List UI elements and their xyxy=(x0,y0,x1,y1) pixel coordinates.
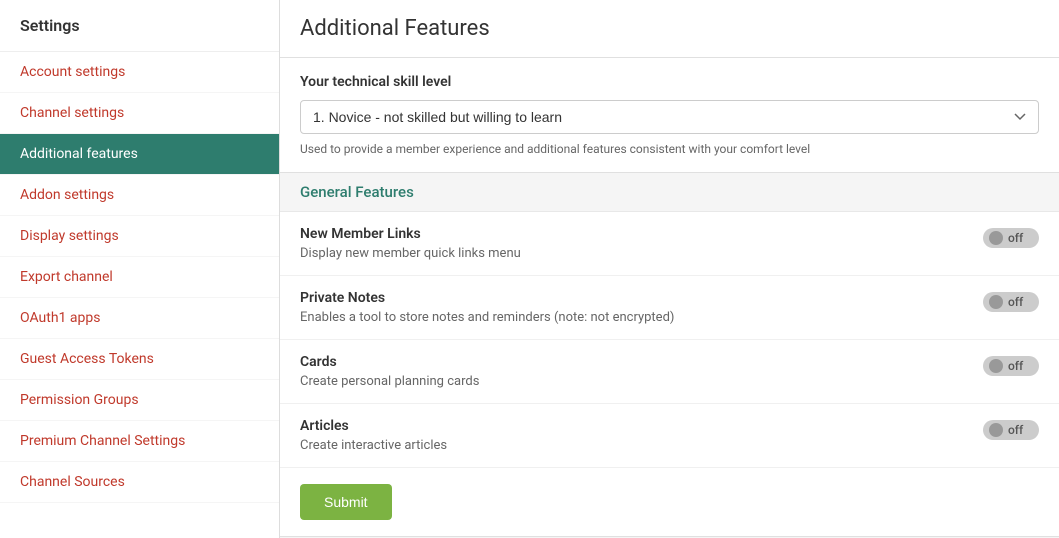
sidebar-item-premium-channel-settings[interactable]: Premium Channel Settings xyxy=(0,421,279,462)
feature-name-private-notes: Private Notes xyxy=(300,290,963,306)
sidebar-item-addon-settings[interactable]: Addon settings xyxy=(0,175,279,216)
feature-row-private-notes: Private Notes Enables a tool to store no… xyxy=(280,276,1059,340)
sidebar-item-channel-settings[interactable]: Channel settings xyxy=(0,93,279,134)
toggle-circle-icon xyxy=(989,359,1003,373)
sidebar-item-account-settings[interactable]: Account settings xyxy=(0,52,279,93)
general-features-header: General Features xyxy=(280,173,1059,212)
page-title: Additional Features xyxy=(280,0,1059,58)
sidebar-item-export-channel[interactable]: Export channel xyxy=(0,257,279,298)
sidebar-item-display-settings[interactable]: Display settings xyxy=(0,216,279,257)
sidebar-item-oauth1-apps[interactable]: OAuth1 apps xyxy=(0,298,279,339)
sidebar-title: Settings xyxy=(0,0,279,52)
feature-info-private-notes: Private Notes Enables a tool to store no… xyxy=(300,290,963,325)
feature-name-new-member-links: New Member Links xyxy=(300,226,963,242)
toggle-private-notes[interactable]: off xyxy=(983,292,1039,312)
feature-row-cards: Cards Create personal planning cards off xyxy=(280,340,1059,404)
feature-desc-new-member-links: Display new member quick links menu xyxy=(300,246,963,261)
feature-info-articles: Articles Create interactive articles xyxy=(300,418,963,453)
toggle-cards[interactable]: off xyxy=(983,356,1039,376)
skill-level-hint: Used to provide a member experience and … xyxy=(300,142,1039,156)
toggle-label-private-notes: off xyxy=(1008,295,1023,309)
feature-row-articles: Articles Create interactive articles off xyxy=(280,404,1059,468)
submit-area: Submit xyxy=(280,468,1059,537)
toggle-circle-icon xyxy=(989,231,1003,245)
features-list: New Member Links Display new member quic… xyxy=(280,212,1059,468)
toggle-new-member-links[interactable]: off xyxy=(983,228,1039,248)
feature-row-new-member-links: New Member Links Display new member quic… xyxy=(280,212,1059,276)
sidebar-item-guest-access-tokens[interactable]: Guest Access Tokens xyxy=(0,339,279,380)
skill-level-section: Your technical skill level 1. Novice - n… xyxy=(280,58,1059,173)
feature-desc-cards: Create personal planning cards xyxy=(300,374,963,389)
toggle-label-new-member-links: off xyxy=(1008,231,1023,245)
toggle-circle-icon xyxy=(989,295,1003,309)
sidebar: Settings Account settings Channel settin… xyxy=(0,0,280,538)
skill-level-select[interactable]: 1. Novice - not skilled but willing to l… xyxy=(300,100,1039,134)
sidebar-item-additional-features[interactable]: Additional features xyxy=(0,134,279,175)
feature-desc-articles: Create interactive articles xyxy=(300,438,963,453)
feature-desc-private-notes: Enables a tool to store notes and remind… xyxy=(300,310,963,325)
toggle-label-cards: off xyxy=(1008,359,1023,373)
toggle-label-articles: off xyxy=(1008,423,1023,437)
feature-name-articles: Articles xyxy=(300,418,963,434)
sidebar-item-permission-groups[interactable]: Permission Groups xyxy=(0,380,279,421)
feature-info-new-member-links: New Member Links Display new member quic… xyxy=(300,226,963,261)
toggle-articles[interactable]: off xyxy=(983,420,1039,440)
feature-info-cards: Cards Create personal planning cards xyxy=(300,354,963,389)
submit-button[interactable]: Submit xyxy=(300,484,392,520)
skill-level-label: Your technical skill level xyxy=(300,74,1039,90)
feature-name-cards: Cards xyxy=(300,354,963,370)
sidebar-item-channel-sources[interactable]: Channel Sources xyxy=(0,462,279,503)
toggle-circle-icon xyxy=(989,423,1003,437)
main-content: Additional Features Your technical skill… xyxy=(280,0,1059,538)
